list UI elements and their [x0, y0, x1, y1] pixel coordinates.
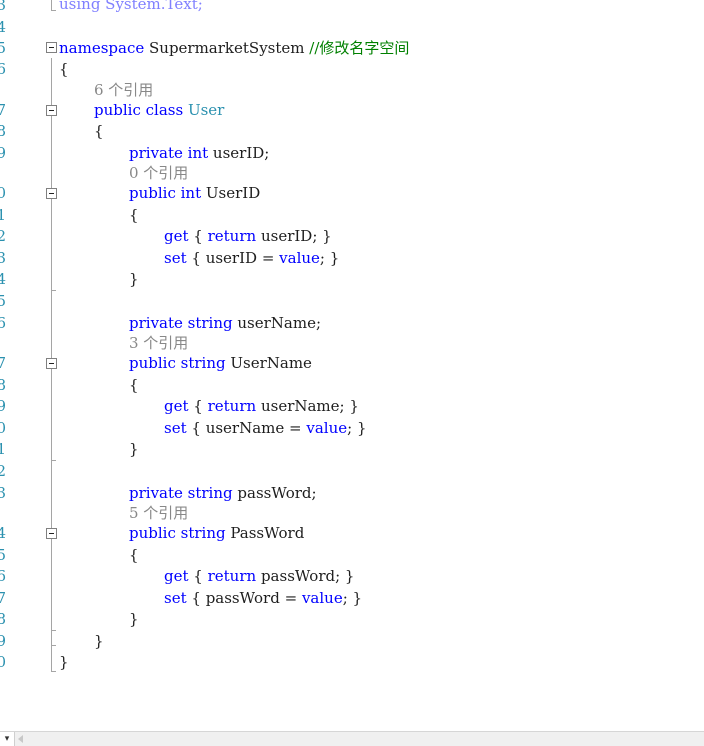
- line-number: 2: [0, 462, 6, 480]
- code-line-setter: set { userID = value; }: [164, 249, 340, 267]
- code-line-property: public string UserName: [129, 354, 312, 372]
- code-line-brace: }: [59, 653, 69, 671]
- line-number: 6: [0, 314, 6, 332]
- code-line-property: public string PassWord: [129, 524, 305, 542]
- line-number: 1: [0, 206, 6, 224]
- line-number: 9: [0, 144, 6, 162]
- line-number: 3: [0, 484, 6, 502]
- horizontal-scrollbar[interactable]: ▾: [0, 731, 704, 746]
- code-line-namespace: namespace SupermarketSystem //修改名字空间: [59, 39, 410, 57]
- codelens-references[interactable]: 3 个引用: [129, 333, 188, 353]
- code-line-using: using System.Text;: [59, 0, 203, 13]
- code-line-field: private int userID;: [129, 144, 270, 162]
- code-line-setter: set { userName = value; }: [164, 419, 367, 437]
- code-line-field: private string passWord;: [129, 484, 317, 502]
- outline-end-tick: [51, 645, 56, 646]
- code-line-brace: }: [129, 270, 139, 288]
- code-line-setter: set { passWord = value; }: [164, 589, 363, 607]
- code-editor[interactable]: 3 4 5 6 7 8 9 0 1 2 3 4 5 6 7 8 9 0 1 2 …: [0, 0, 704, 730]
- line-number: 5: [0, 546, 6, 564]
- collapse-minus-icon[interactable]: [46, 528, 57, 539]
- line-number: 6: [0, 60, 6, 78]
- outline-end-tick: [51, 290, 56, 291]
- codelens-references[interactable]: 0 个引用: [129, 163, 188, 183]
- code-line-brace: {: [129, 376, 139, 394]
- line-number: 3: [0, 0, 6, 14]
- code-line-brace: }: [129, 440, 139, 458]
- collapse-minus-icon[interactable]: [46, 358, 57, 369]
- line-number: 0: [0, 184, 6, 202]
- line-number: 2: [0, 227, 6, 245]
- code-line-brace: {: [94, 122, 104, 140]
- line-number: 4: [0, 18, 6, 36]
- codelens-references[interactable]: 6 个引用: [94, 80, 153, 100]
- code-line-brace: {: [129, 206, 139, 224]
- line-number: 8: [0, 610, 6, 628]
- code-line-brace: {: [59, 60, 69, 78]
- collapse-minus-icon[interactable]: [46, 105, 57, 116]
- line-number: 8: [0, 122, 6, 140]
- line-number: 7: [0, 354, 6, 372]
- code-line-brace: }: [94, 632, 104, 650]
- line-number: 3: [0, 249, 6, 267]
- line-number: 5: [0, 292, 6, 310]
- arrow-left-icon[interactable]: [18, 735, 23, 743]
- collapse-minus-icon[interactable]: [46, 42, 57, 53]
- line-number: 7: [0, 101, 6, 119]
- line-number: 4: [0, 270, 6, 288]
- line-number: 8: [0, 376, 6, 394]
- outline-end-tick: [51, 671, 56, 672]
- code-line-getter: get { return passWord; }: [164, 567, 355, 585]
- line-number: 0: [0, 653, 6, 671]
- outline-end-tick: [51, 460, 56, 461]
- line-number: 4: [0, 524, 6, 542]
- code-line-brace: }: [129, 610, 139, 628]
- line-number: 7: [0, 589, 6, 607]
- outline-end-tick: [51, 10, 56, 11]
- code-line-getter: get { return userName; }: [164, 397, 359, 415]
- line-number: 6: [0, 567, 6, 585]
- line-number: 9: [0, 397, 6, 415]
- code-line-getter: get { return userID; }: [164, 227, 332, 245]
- line-number: 0: [0, 419, 6, 437]
- line-number: 5: [0, 39, 6, 57]
- collapse-minus-icon[interactable]: [46, 188, 57, 199]
- code-line-class: public class User: [94, 101, 225, 119]
- outline-end-tick: [51, 630, 56, 631]
- code-line-brace: {: [129, 546, 139, 564]
- codelens-references[interactable]: 5 个引用: [129, 503, 188, 523]
- code-line-field: private string userName;: [129, 314, 322, 332]
- line-number: 9: [0, 632, 6, 650]
- line-number: 1: [0, 440, 6, 458]
- code-line-property: public int UserID: [129, 184, 261, 202]
- chevron-down-icon[interactable]: ▾: [0, 732, 15, 746]
